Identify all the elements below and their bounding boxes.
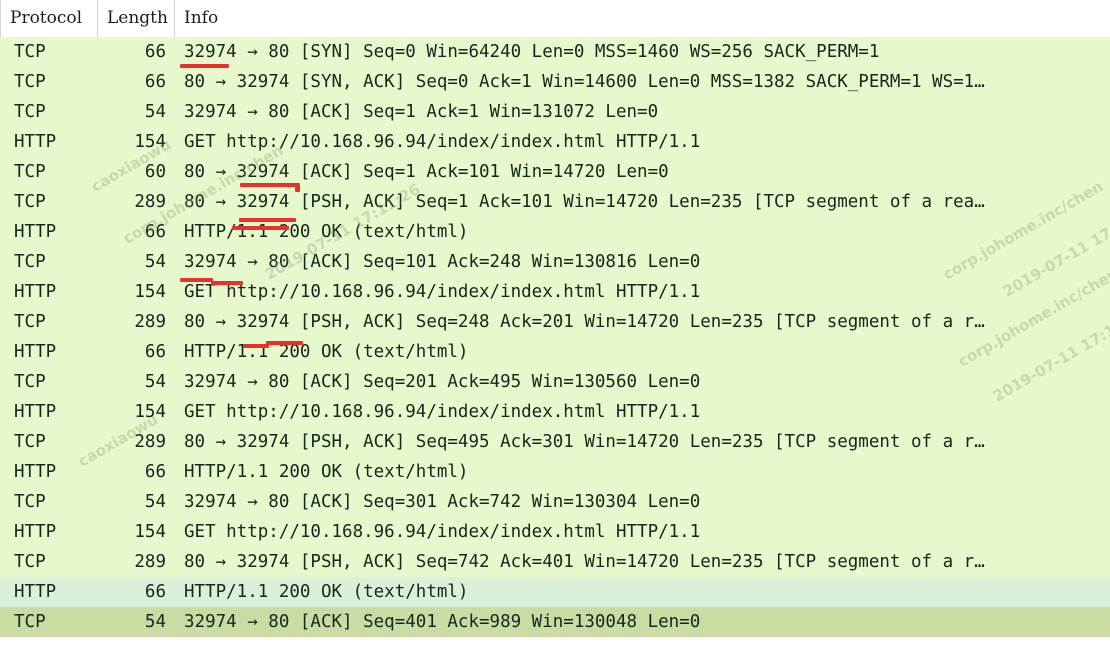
cell-info: 32974 → 80 [ACK] Seq=201 Ack=495 Win=130…	[184, 372, 701, 392]
table-row[interactable]: HTTP 66 HTTP/1.1 200 OK (text/html)	[0, 457, 1110, 487]
cell-length: 54	[144, 492, 166, 512]
table-row[interactable]: HTTP 154 GET http://10.168.96.94/index/ind…	[0, 397, 1110, 427]
cell-length: 66	[144, 462, 166, 482]
cell-info: HTTP/1.1 200 OK (text/html)	[184, 222, 469, 242]
cell-protocol: TCP	[14, 492, 46, 512]
cell-info: GET http://10.168.96.94/index/index.html…	[184, 522, 701, 542]
cell-length: 289	[134, 552, 166, 572]
table-row[interactable]: TCP 54 32974 → 80 [ACK] Seq=401 Ack=989 Wi…	[0, 607, 1110, 637]
cell-length: 66	[144, 582, 166, 602]
cell-protocol: HTTP	[14, 132, 57, 152]
table-row[interactable]: TCP 54 32974 → 80 [ACK] Seq=1 Ack=1 Win=13…	[0, 97, 1110, 127]
cell-info: 32974 → 80 [ACK] Seq=301 Ack=742 Win=130…	[184, 492, 701, 512]
table-row[interactable]: HTTP 154 GET http://10.168.96.94/index/ind…	[0, 517, 1110, 547]
list-bottom-filler	[0, 638, 1110, 648]
cell-protocol: TCP	[14, 552, 46, 572]
table-row[interactable]: TCP 66 32974 → 80 [SYN] Seq=0 Win=64240 Le…	[0, 37, 1110, 67]
cell-info: GET http://10.168.96.94/index/index.html…	[184, 132, 701, 152]
cell-length: 54	[144, 252, 166, 272]
cell-info: 80 → 32974 [PSH, ACK] Seq=742 Ack=401 Wi…	[184, 552, 985, 572]
cell-length: 289	[134, 192, 166, 212]
cell-length: 66	[144, 342, 166, 362]
cell-info: 80 → 32974 [PSH, ACK] Seq=495 Ack=301 Wi…	[184, 432, 985, 452]
cell-protocol: HTTP	[14, 342, 57, 362]
cell-length: 154	[134, 402, 166, 422]
cell-info: 80 → 32974 [ACK] Seq=1 Ack=101 Win=14720…	[184, 162, 669, 182]
cell-length: 66	[144, 222, 166, 242]
cell-protocol: TCP	[14, 42, 46, 62]
cell-length: 54	[144, 372, 166, 392]
cell-protocol: HTTP	[14, 582, 57, 602]
cell-info: 32974 → 80 [ACK] Seq=101 Ack=248 Win=130…	[184, 252, 701, 272]
cell-info: HTTP/1.1 200 OK (text/html)	[184, 582, 469, 602]
table-row[interactable]: TCP 60 80 → 32974 [ACK] Seq=1 Ack=101 Win=…	[0, 157, 1110, 187]
cell-protocol: TCP	[14, 432, 46, 452]
cell-protocol: HTTP	[14, 522, 57, 542]
cell-length: 154	[134, 282, 166, 302]
cell-protocol: TCP	[14, 102, 46, 122]
cell-protocol: TCP	[14, 192, 46, 212]
cell-protocol: TCP	[14, 72, 46, 92]
cell-length: 154	[134, 132, 166, 152]
cell-protocol: TCP	[14, 372, 46, 392]
cell-length: 54	[144, 612, 166, 632]
table-row[interactable]: TCP 289 80 → 32974 [PSH, ACK] Seq=742 Ack=…	[0, 547, 1110, 577]
cell-protocol: TCP	[14, 162, 46, 182]
cell-info: HTTP/1.1 200 OK (text/html)	[184, 342, 469, 362]
cell-protocol: HTTP	[14, 222, 57, 242]
column-header-length[interactable]: Length	[98, 0, 175, 37]
table-row[interactable]: HTTP 66 HTTP/1.1 200 OK (text/html)	[0, 577, 1110, 607]
column-header-row: Protocol Length Info	[0, 0, 1110, 37]
cell-info: 80 → 32974 [PSH, ACK] Seq=248 Ack=201 Wi…	[184, 312, 985, 332]
cell-protocol: HTTP	[14, 402, 57, 422]
column-header-info[interactable]: Info	[175, 0, 1109, 37]
table-row[interactable]: TCP 289 80 → 32974 [PSH, ACK] Seq=495 Ack=…	[0, 427, 1110, 457]
cell-info: 32974 → 80 [ACK] Seq=401 Ack=989 Win=130…	[184, 612, 701, 632]
column-header-protocol[interactable]: Protocol	[0, 0, 98, 37]
cell-info: GET http://10.168.96.94/index/index.html…	[184, 402, 701, 422]
table-row[interactable]: HTTP 154 GET http://10.168.96.94/index/ind…	[0, 277, 1110, 307]
table-row[interactable]: TCP 66 80 → 32974 [SYN, ACK] Seq=0 Ack=1 W…	[0, 67, 1110, 97]
cell-info: 80 → 32974 [PSH, ACK] Seq=1 Ack=101 Win=…	[184, 192, 985, 212]
packet-list-pane: Protocol Length Info caoxiaowu corp.johom…	[0, 0, 1110, 648]
table-row[interactable]: TCP 54 32974 → 80 [ACK] Seq=201 Ack=495 Wi…	[0, 367, 1110, 397]
cell-info: HTTP/1.1 200 OK (text/html)	[184, 462, 469, 482]
table-row[interactable]: TCP 54 32974 → 80 [ACK] Seq=301 Ack=742 Wi…	[0, 487, 1110, 517]
cell-length: 66	[144, 72, 166, 92]
cell-info: 32974 → 80 [SYN] Seq=0 Win=64240 Len=0 M…	[184, 42, 880, 62]
cell-info: GET http://10.168.96.94/index/index.html…	[184, 282, 701, 302]
table-row[interactable]: TCP 289 80 → 32974 [PSH, ACK] Seq=248 Ack=…	[0, 307, 1110, 337]
table-row[interactable]: TCP 289 80 → 32974 [PSH, ACK] Seq=1 Ack=10…	[0, 187, 1110, 217]
cell-length: 66	[144, 42, 166, 62]
cell-protocol: TCP	[14, 252, 46, 272]
cell-length: 54	[144, 102, 166, 122]
cell-protocol: HTTP	[14, 462, 57, 482]
cell-length: 289	[134, 432, 166, 452]
packet-row-list: TCP 66 32974 → 80 [SYN] Seq=0 Win=64240 Le…	[0, 37, 1110, 648]
cell-length: 289	[134, 312, 166, 332]
cell-info: 80 → 32974 [SYN, ACK] Seq=0 Ack=1 Win=14…	[184, 72, 985, 92]
table-row[interactable]: HTTP 154 GET http://10.168.96.94/index/ind…	[0, 127, 1110, 157]
table-row[interactable]: TCP 54 32974 → 80 [ACK] Seq=101 Ack=248 Wi…	[0, 247, 1110, 277]
table-row[interactable]: HTTP 66 HTTP/1.1 200 OK (text/html)	[0, 337, 1110, 367]
cell-length: 60	[144, 162, 166, 182]
cell-protocol: HTTP	[14, 282, 57, 302]
cell-protocol: TCP	[14, 312, 46, 332]
cell-length: 154	[134, 522, 166, 542]
cell-info: 32974 → 80 [ACK] Seq=1 Ack=1 Win=131072 …	[184, 102, 659, 122]
table-row[interactable]: HTTP 66 HTTP/1.1 200 OK (text/html)	[0, 217, 1110, 247]
cell-protocol: TCP	[14, 612, 46, 632]
